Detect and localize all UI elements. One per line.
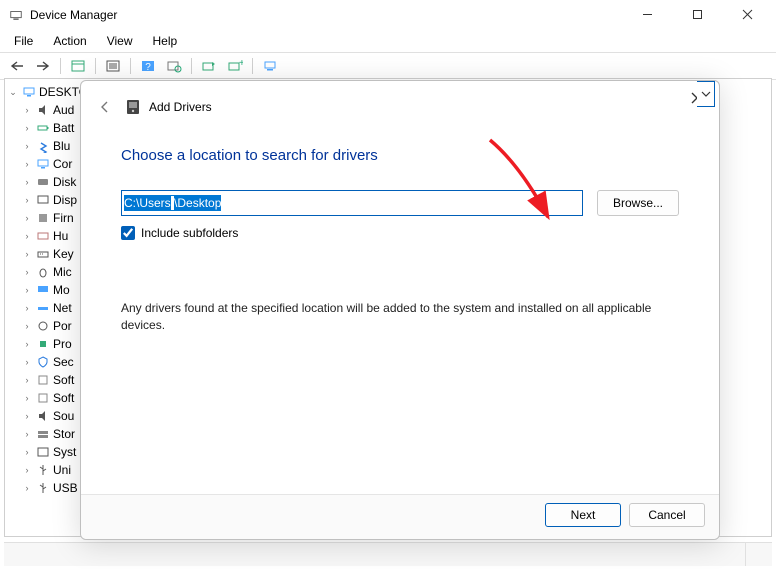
menu-help[interactable]: Help [145, 32, 186, 50]
battery-icon [35, 120, 51, 136]
dialog-body: Choose a location to search for drivers … [81, 127, 719, 494]
show-hide-tree-icon[interactable] [67, 56, 89, 76]
menu-action[interactable]: Action [45, 32, 94, 50]
maximize-button[interactable] [682, 8, 712, 23]
toolbar: ? + [0, 52, 776, 80]
cpu-icon [35, 336, 51, 352]
properties-icon[interactable] [102, 56, 124, 76]
speaker-icon [35, 102, 51, 118]
network-icon [35, 300, 51, 316]
display-icon [35, 192, 51, 208]
menubar: File Action View Help [0, 30, 776, 52]
svg-text:+: + [239, 59, 243, 69]
device-manager-icon [8, 7, 24, 23]
path-segment-2: \Desktop [174, 196, 221, 210]
menu-view[interactable]: View [99, 32, 141, 50]
computer-icon [35, 156, 51, 172]
close-button[interactable] [732, 8, 762, 23]
minimize-button[interactable] [632, 8, 662, 23]
computer-icon [21, 84, 37, 100]
devices-printers-icon[interactable] [259, 56, 281, 76]
software-icon [35, 390, 51, 406]
menu-file[interactable]: File [6, 32, 41, 50]
titlebar: Device Manager [0, 0, 776, 30]
port-icon [35, 318, 51, 334]
cancel-button[interactable]: Cancel [629, 503, 705, 527]
nav-forward-icon[interactable] [32, 56, 54, 76]
scan-icon[interactable] [163, 56, 185, 76]
update-driver-icon[interactable] [198, 56, 220, 76]
system-icon [35, 444, 51, 460]
next-button[interactable]: Next [545, 503, 621, 527]
include-subfolders-label: Include subfolders [141, 226, 238, 240]
hid-icon [35, 228, 51, 244]
storage-icon [35, 426, 51, 442]
software-icon [35, 372, 51, 388]
help-icon[interactable]: ? [137, 56, 159, 76]
path-segment-1: C:\Users [124, 196, 171, 210]
add-driver-icon[interactable]: + [224, 56, 246, 76]
keyboard-icon [35, 246, 51, 262]
info-text: Any drivers found at the specified locat… [121, 300, 679, 334]
usb-icon [35, 462, 51, 478]
driver-disk-icon [125, 99, 141, 115]
dialog-heading: Choose a location to search for drivers [121, 147, 679, 164]
security-icon [35, 354, 51, 370]
mouse-icon [35, 264, 51, 280]
dialog-footer: Next Cancel [81, 494, 719, 539]
browse-button[interactable]: Browse... [597, 190, 679, 216]
firmware-icon [35, 210, 51, 226]
monitor-icon [35, 282, 51, 298]
window-controls [632, 8, 762, 23]
dialog-title: Add Drivers [149, 100, 212, 114]
bluetooth-icon [35, 138, 51, 154]
close-icon[interactable] [689, 91, 705, 107]
svg-text:?: ? [145, 62, 151, 73]
include-subfolders-checkbox[interactable] [121, 226, 135, 240]
back-icon[interactable] [95, 97, 115, 117]
speaker-icon [35, 408, 51, 424]
add-drivers-dialog: Add Drivers Choose a location to search … [80, 80, 720, 540]
statusbar [4, 542, 772, 566]
nav-back-icon[interactable] [6, 56, 28, 76]
path-combobox[interactable]: C:\Users \Desktop [121, 190, 583, 216]
include-subfolders-row[interactable]: Include subfolders [121, 226, 679, 240]
usb-icon [35, 480, 51, 496]
disk-icon [35, 174, 51, 190]
window-title: Device Manager [30, 8, 632, 22]
dialog-header: Add Drivers [81, 81, 719, 127]
